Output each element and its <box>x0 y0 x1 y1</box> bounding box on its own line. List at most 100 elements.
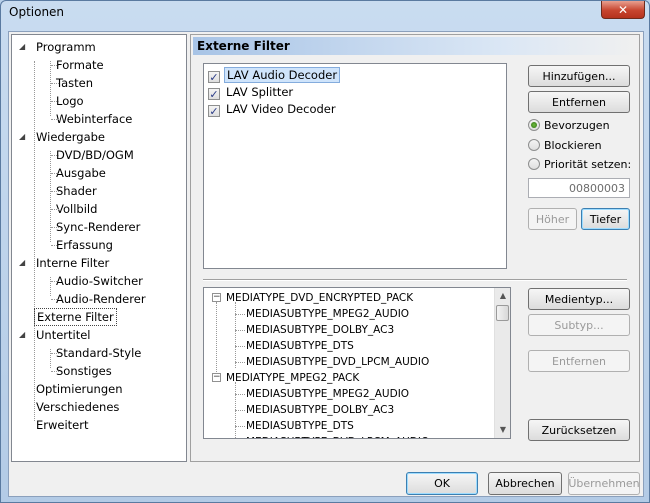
tree-item[interactable]: Interne Filter <box>34 254 111 272</box>
radio-set-priority[interactable]: Priorität setzen: <box>528 156 631 174</box>
tree-connector <box>50 61 51 116</box>
options-window: Optionen ✕ ◢ Programm Formate Tasten Logo Web… <box>0 0 650 503</box>
reset-button[interactable]: Zurücksetzen <box>528 419 630 441</box>
remove-type-button[interactable]: Entfernen <box>528 350 630 372</box>
radio-off-icon[interactable] <box>528 139 540 151</box>
media-type-item[interactable]: MEDIASUBTYPE_DTS <box>246 338 354 354</box>
tree-connector <box>235 362 245 363</box>
tree-item[interactable]: Erfassung <box>54 236 115 254</box>
tree-connector <box>235 382 236 438</box>
tree-item[interactable]: Webinterface <box>54 110 134 128</box>
media-type-item[interactable]: MEDIASUBTYPE_DTS <box>246 418 354 434</box>
checkbox-checked-icon[interactable]: ✓ <box>208 88 220 100</box>
scroll-up-icon[interactable]: ▲ <box>495 288 510 304</box>
tree-connector <box>50 349 51 368</box>
apply-button[interactable]: Übernehmen <box>568 472 640 495</box>
tree-item[interactable]: Shader <box>54 182 99 200</box>
remove-filter-button[interactable]: Entfernen <box>528 91 630 113</box>
scroll-thumb[interactable] <box>496 305 509 321</box>
subtype-button[interactable]: Subtyp... <box>528 314 630 336</box>
tree-item[interactable]: Sync-Renderer <box>54 218 142 236</box>
tree-connector <box>51 281 59 282</box>
move-up-button[interactable]: Höher <box>528 208 577 230</box>
collapse-icon[interactable]: − <box>212 373 221 382</box>
media-type-item[interactable]: MEDIASUBTYPE_MPEG2_AUDIO <box>246 306 409 322</box>
tree-item[interactable]: Erweitert <box>34 416 91 434</box>
checkbox-checked-icon[interactable]: ✓ <box>208 105 220 117</box>
add-filter-button[interactable]: Hinzufügen... <box>528 65 630 87</box>
window-title: Optionen <box>9 5 65 19</box>
radio-label: Bevorzugen <box>544 119 610 132</box>
tree-connector <box>50 151 51 242</box>
cancel-button[interactable]: Abbrechen <box>488 472 562 495</box>
tree-item[interactable]: Sonstiges <box>54 362 114 380</box>
expand-arrow-icon[interactable]: ◢ <box>19 128 29 146</box>
close-icon: ✕ <box>617 2 629 17</box>
media-type-item[interactable]: MEDIASUBTYPE_DVD_LPCM_AUDIO <box>246 434 429 438</box>
expand-arrow-icon[interactable]: ◢ <box>19 38 29 56</box>
expand-arrow-icon[interactable]: ◢ <box>19 326 29 344</box>
tree-item[interactable]: Formate <box>54 56 106 74</box>
tree-item[interactable]: Audio-Renderer <box>54 290 148 308</box>
tree-item[interactable]: Tasten <box>54 74 95 92</box>
tree-connector <box>235 426 245 427</box>
move-down-button[interactable]: Tiefer <box>581 208 630 230</box>
tree-item[interactable]: Ausgabe <box>54 164 108 182</box>
tree-item[interactable]: Untertitel <box>34 326 93 344</box>
scroll-down-icon[interactable]: ▼ <box>495 422 510 438</box>
media-type-item[interactable]: MEDIASUBTYPE_DOLBY_AC3 <box>246 402 394 418</box>
tree-connector <box>51 155 59 156</box>
vertical-scrollbar[interactable]: ▲ ▼ <box>494 288 510 438</box>
title-bar[interactable]: Optionen ✕ <box>1 1 649 25</box>
list-item[interactable]: ✓ LAV Video Decoder <box>208 101 338 118</box>
tree-connector <box>51 245 59 246</box>
checkbox-checked-icon[interactable]: ✓ <box>208 71 220 83</box>
tree-connector <box>235 410 245 411</box>
tree-connector <box>235 330 245 331</box>
tree-item[interactable]: Wiedergabe <box>34 128 107 146</box>
tree-item[interactable]: Programm <box>34 38 98 56</box>
filter-list[interactable]: ✓ LAV Audio Decoder ✓ LAV Splitter ✓ LAV Vi… <box>203 63 507 269</box>
tree-connector <box>235 394 245 395</box>
panel-header: Externe Filter <box>193 37 637 55</box>
media-type-tree[interactable]: − MEDIATYPE_DVD_ENCRYPTED_PACK MEDIASUBTYP… <box>203 287 511 439</box>
tree-connector <box>235 302 236 368</box>
dialog-client: ◢ Programm Formate Tasten Logo Webinterface ◢ W… <box>8 31 644 497</box>
tree-item[interactable]: DVD/BD/OGM <box>54 146 136 164</box>
tree-item[interactable]: Standard-Style <box>54 344 143 362</box>
filter-label: LAV Splitter <box>226 85 294 99</box>
close-button[interactable]: ✕ <box>601 1 645 19</box>
radio-block[interactable]: Blockieren <box>528 137 602 155</box>
tree-item[interactable]: Optimierungen <box>34 380 125 398</box>
tree-item[interactable]: Vollbild <box>54 200 99 218</box>
media-type-item[interactable]: MEDIATYPE_DVD_ENCRYPTED_PACK <box>226 290 413 306</box>
expand-arrow-icon[interactable]: ◢ <box>19 254 29 272</box>
category-tree: ◢ Programm Formate Tasten Logo Webinterface ◢ W… <box>11 34 187 462</box>
tree-connector <box>34 61 35 421</box>
tree-connector <box>51 371 59 372</box>
media-type-item[interactable]: MEDIASUBTYPE_MPEG2_AUDIO <box>246 386 409 402</box>
radio-label: Priorität setzen: <box>544 158 632 171</box>
tree-connector <box>51 191 59 192</box>
media-type-item[interactable]: MEDIATYPE_MPEG2_PACK <box>226 370 359 386</box>
list-item[interactable]: ✓ LAV Splitter <box>208 84 295 101</box>
priority-input[interactable] <box>528 178 630 198</box>
tree-item[interactable]: Externe Filter <box>34 308 117 326</box>
radio-prefer[interactable]: Bevorzugen <box>528 117 610 135</box>
tree-connector <box>51 101 59 102</box>
media-type-item[interactable]: MEDIASUBTYPE_DOLBY_AC3 <box>246 322 394 338</box>
media-type-item[interactable]: MEDIASUBTYPE_DVD_LPCM_AUDIO <box>246 354 429 370</box>
tree-connector <box>51 65 59 66</box>
collapse-icon[interactable]: − <box>212 293 221 302</box>
ok-button[interactable]: OK <box>406 472 478 495</box>
media-type-button[interactable]: Medientyp... <box>528 288 630 310</box>
radio-on-icon[interactable] <box>528 119 540 131</box>
tree-connector <box>51 299 59 300</box>
tree-connector <box>51 209 59 210</box>
tree-item[interactable]: Verschiedenes <box>34 398 121 416</box>
tree-item[interactable]: Audio-Switcher <box>54 272 145 290</box>
radio-label: Blockieren <box>544 139 602 152</box>
radio-off-icon[interactable] <box>528 158 540 170</box>
tree-connector <box>51 227 59 228</box>
list-item[interactable]: ✓ LAV Audio Decoder <box>208 67 341 84</box>
